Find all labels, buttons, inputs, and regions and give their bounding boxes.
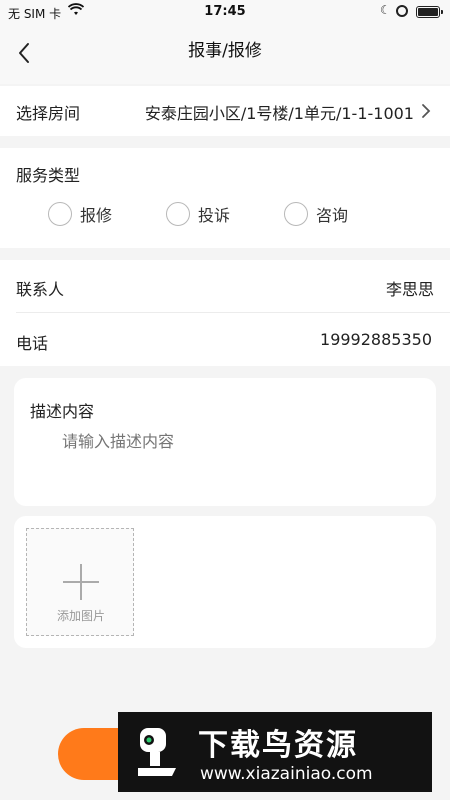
radio-label-complaint: 投诉 [198, 206, 231, 225]
battery-tip [441, 10, 443, 14]
add-photo-label: 添加图片 [56, 609, 105, 623]
description-input[interactable] [62, 428, 422, 492]
radio-circle[interactable] [284, 202, 308, 226]
watermark-url: www.xiazainiao.com [200, 764, 373, 784]
phone-value[interactable]: 19992885350 [320, 330, 432, 349]
plus-icon-vertical [80, 564, 82, 600]
radio-label-consult: 咨询 [316, 206, 349, 225]
radio-repair[interactable]: 报修 [48, 202, 112, 226]
status-bar: 无 SIM 卡 17:45 ☾ [0, 0, 450, 26]
radio-consult[interactable]: 咨询 [284, 202, 348, 226]
bird-logo [138, 728, 176, 776]
description-card: 描述内容 [14, 378, 436, 506]
service-type-section: 服务类型 报修 投诉 咨询 [0, 148, 450, 248]
room-row[interactable]: 选择房间 安泰庄园小区/1号楼/1单元/1-1-1001 [0, 86, 450, 136]
orientation-lock-icon [396, 5, 408, 17]
nav-bar: 报事/报修 [0, 26, 450, 84]
add-photo-button[interactable]: 添加图片 [26, 528, 134, 636]
radio-circle[interactable] [48, 202, 72, 226]
contact-label: 联系人 [16, 280, 65, 299]
room-value: 安泰庄园小区/1号楼/1单元/1-1-1001 [144, 104, 414, 123]
watermark-title: 下载鸟资源 [198, 728, 358, 763]
moon-icon: ☾ [380, 3, 391, 17]
photo-card: 添加图片 [14, 516, 436, 648]
divider [16, 312, 450, 313]
radio-circle[interactable] [166, 202, 190, 226]
phone-label: 电话 [16, 334, 49, 353]
contact-value[interactable]: 李思思 [386, 276, 434, 300]
description-label: 描述内容 [30, 402, 95, 421]
service-type-label: 服务类型 [16, 166, 81, 185]
watermark: 下载鸟资源 www.xiazainiao.com [118, 712, 432, 792]
battery-icon [416, 6, 440, 18]
radio-complaint[interactable]: 投诉 [166, 202, 230, 226]
radio-label-repair: 报修 [80, 206, 113, 225]
contact-section: 联系人 李思思 电话 19992885350 [0, 260, 450, 366]
room-label: 选择房间 [16, 104, 81, 123]
page-title: 报事/报修 [188, 41, 262, 61]
chevron-right-icon [422, 104, 431, 118]
